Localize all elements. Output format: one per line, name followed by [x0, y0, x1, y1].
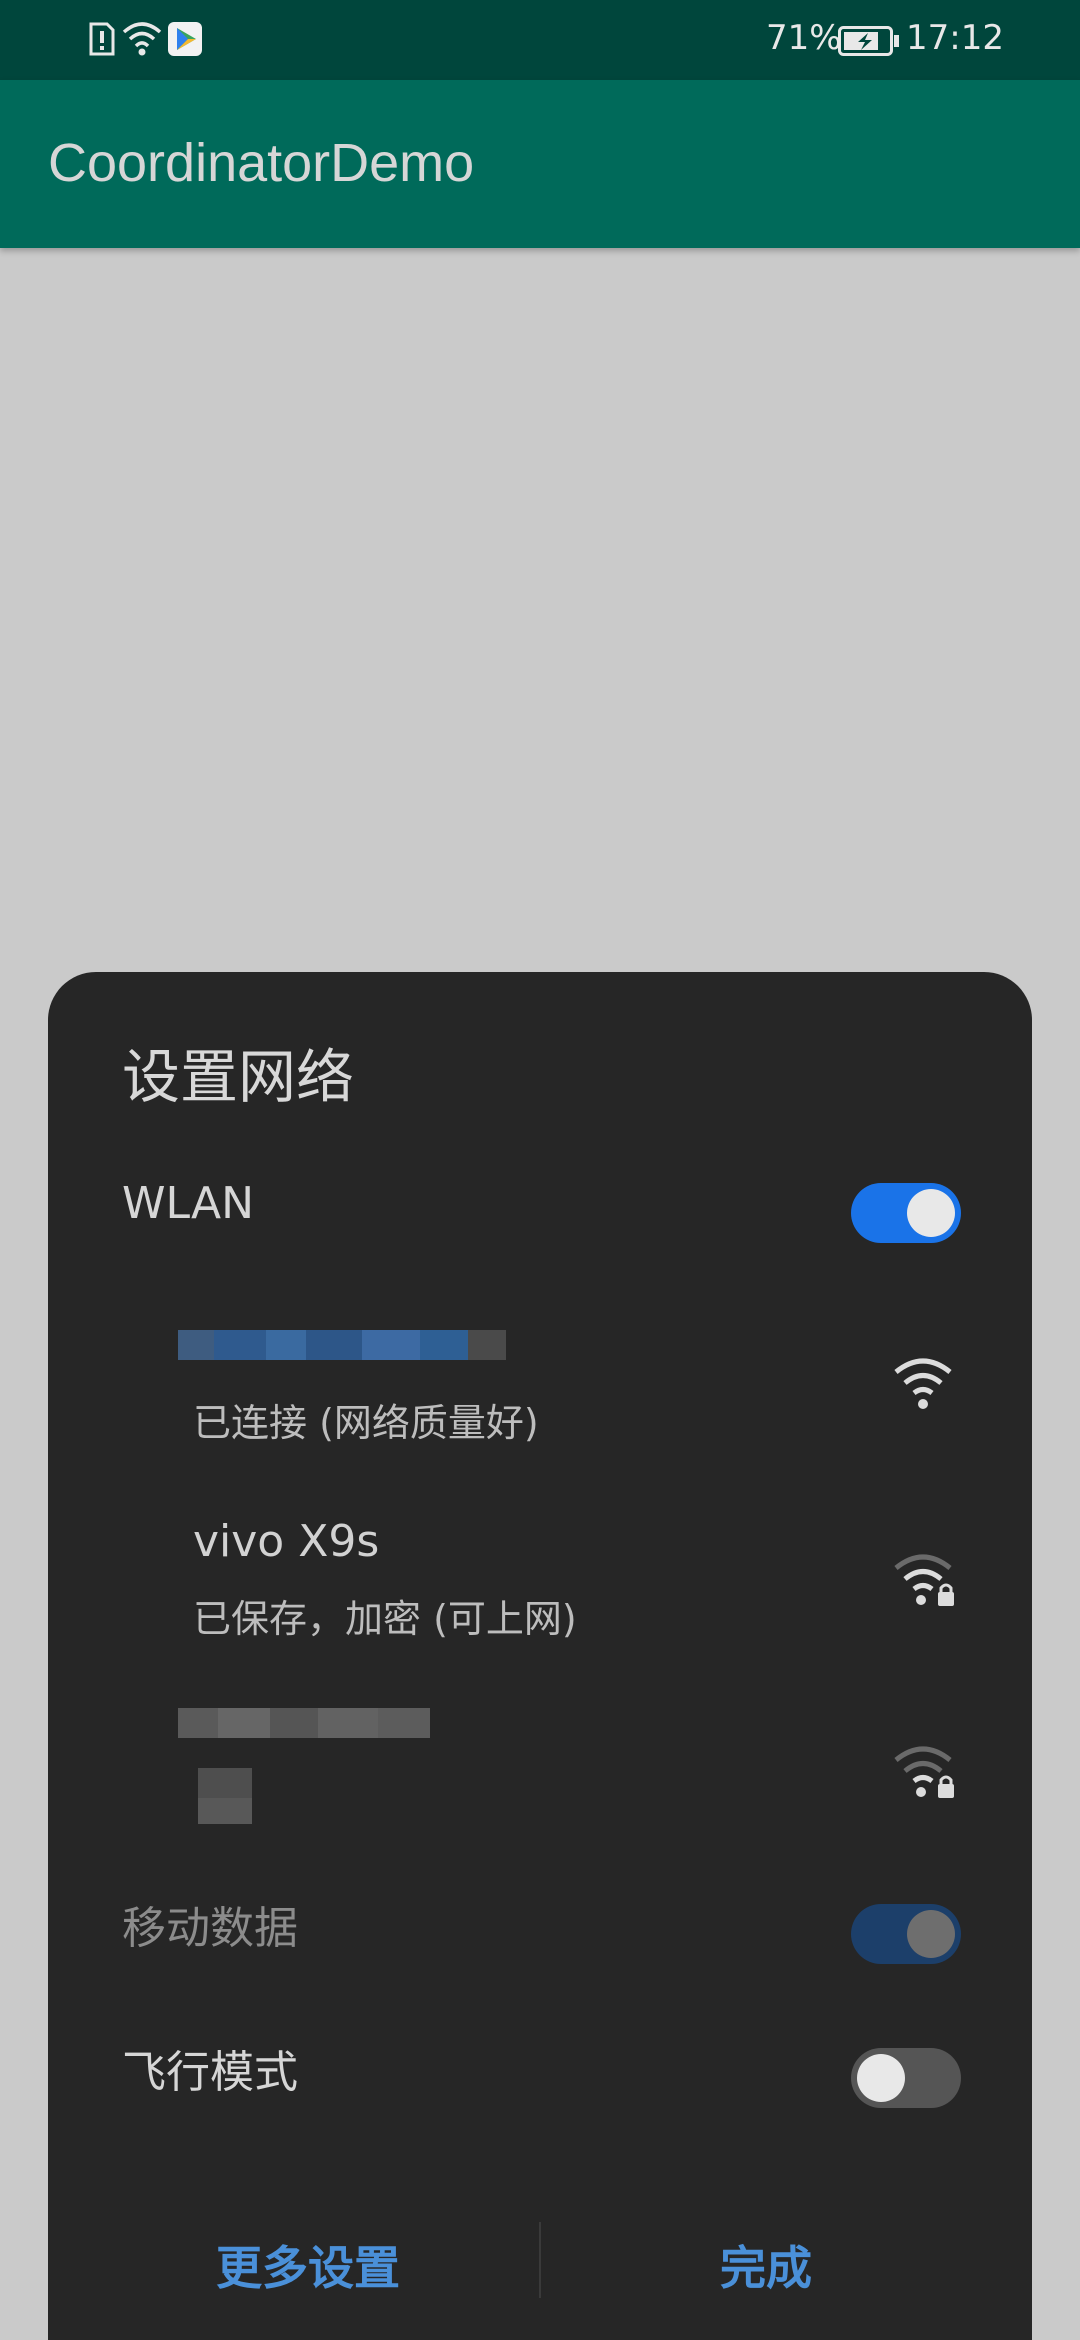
wlan-toggle[interactable] [851, 1183, 961, 1243]
network-status: 已连接 (网络质量好) [193, 1401, 539, 1445]
status-bar: 71% 17:12 [0, 0, 1080, 80]
done-button[interactable]: 完成 [720, 2232, 812, 2298]
network-status: 已保存，加密 (可上网) [193, 1597, 577, 1641]
wifi-lock-icon [894, 1746, 954, 1798]
wifi-full-icon [894, 1358, 952, 1409]
alert-sim-icon [89, 22, 115, 56]
app-bar: CoordinatorDemo [0, 80, 1080, 248]
wlan-label: WLAN [122, 1178, 255, 1229]
airplane-mode-label: 飞行模式 [122, 2047, 298, 2098]
app-title: CoordinatorDemo [48, 133, 475, 193]
wifi-icon [122, 22, 162, 56]
dialog-title: 设置网络 [122, 1043, 355, 1111]
wifi-lock-icon [894, 1554, 954, 1606]
network-name: vivo X9s [193, 1516, 380, 1567]
network-settings-sheet: 设置网络 WLAN 已连接 (网络质量好) vivo X9s 已保存，加密 (可… [48, 972, 1032, 2340]
mobile-data-toggle[interactable] [851, 1904, 961, 1964]
clock: 17:12 [906, 18, 1004, 58]
more-settings-button[interactable]: 更多设置 [216, 2232, 400, 2298]
battery-percent: 71% [766, 18, 842, 58]
airplane-mode-toggle[interactable] [851, 2048, 961, 2108]
play-app-icon [168, 22, 202, 56]
button-divider [539, 2222, 541, 2298]
mobile-data-label: 移动数据 [122, 1903, 298, 1954]
battery-charging-icon [838, 26, 899, 56]
